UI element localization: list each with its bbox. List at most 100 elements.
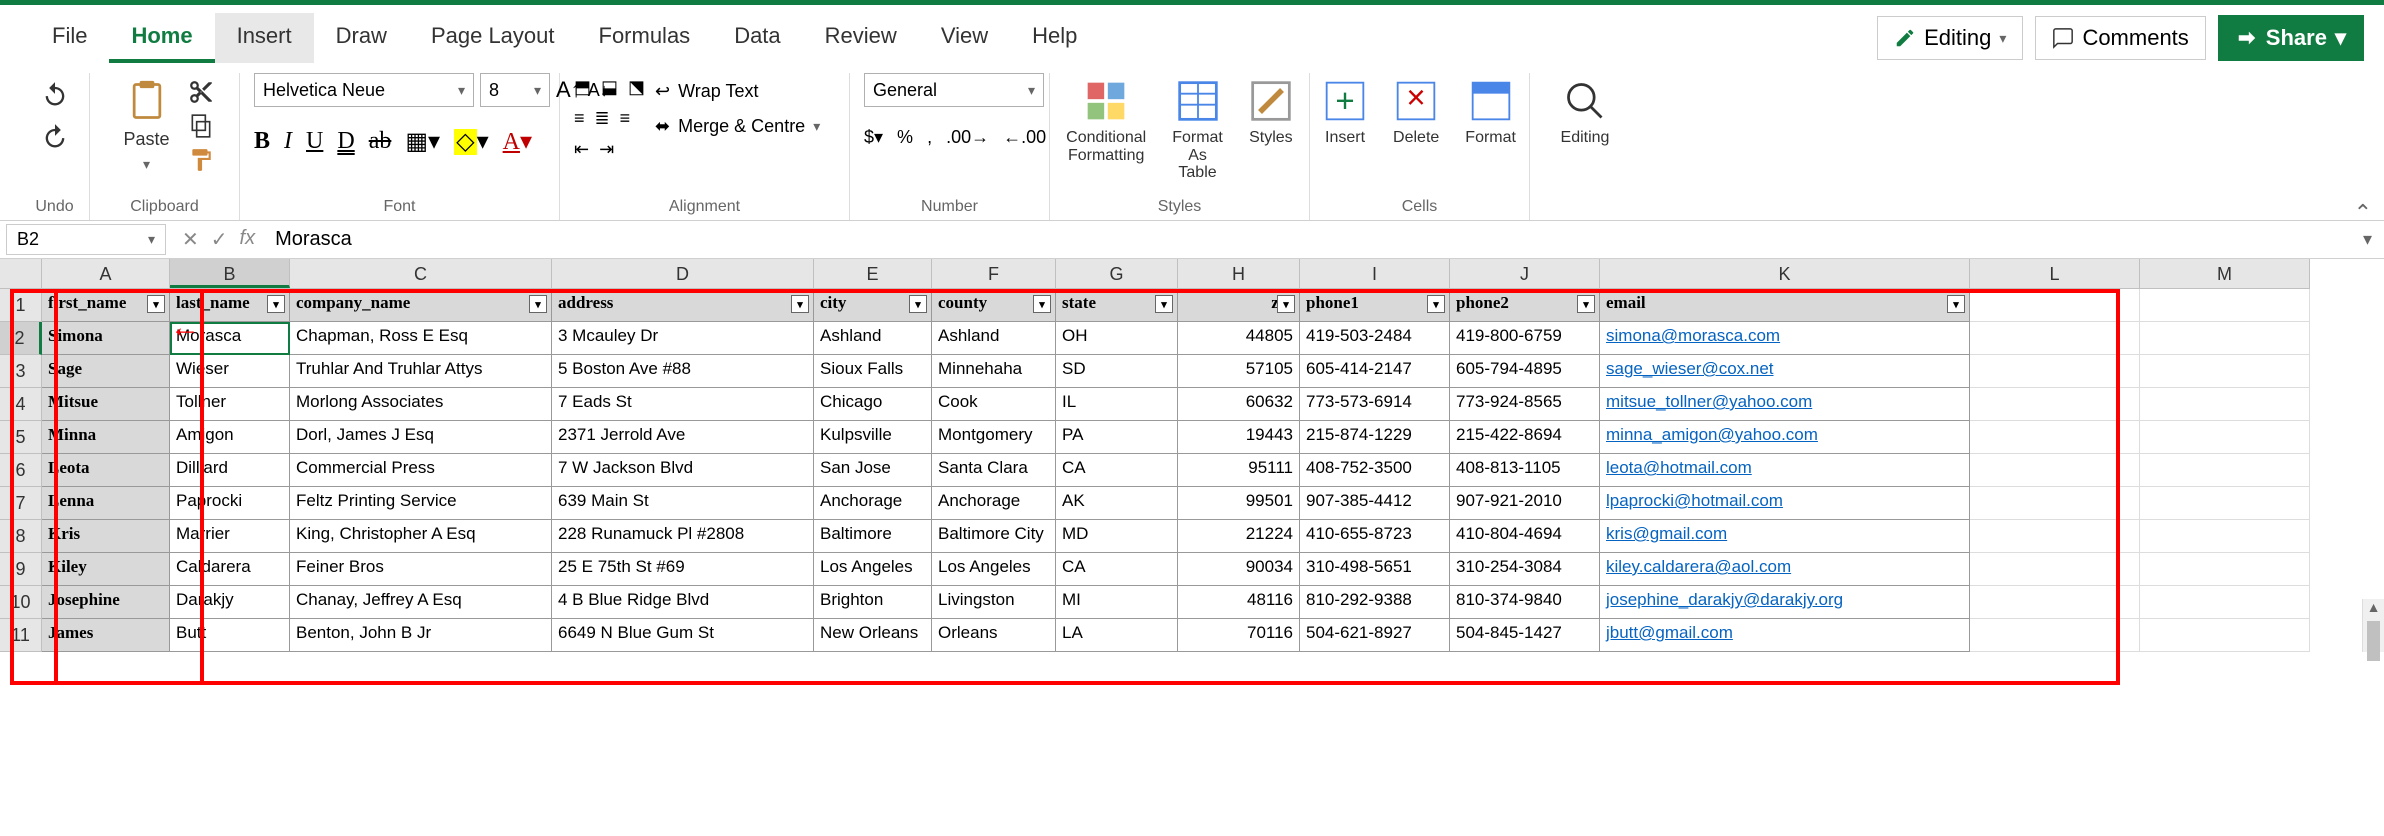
table-cell[interactable]: 5 Boston Ave #88 <box>552 355 814 388</box>
editing-mode-dropdown[interactable]: Editing ▾ <box>1877 16 2023 60</box>
table-header-cell[interactable]: county▾ <box>932 289 1056 322</box>
table-cell[interactable]: San Jose <box>814 454 932 487</box>
scroll-thumb[interactable] <box>2367 621 2380 661</box>
table-cell[interactable]: 639 Main St <box>552 487 814 520</box>
wrap-text-button[interactable]: ↩Wrap Text <box>655 81 820 102</box>
column-header-D[interactable]: D <box>552 259 814 288</box>
table-cell[interactable]: 228 Runamuck Pl #2808 <box>552 520 814 553</box>
filter-dropdown-icon[interactable]: ▾ <box>1947 295 1965 313</box>
column-header-F[interactable]: F <box>932 259 1056 288</box>
table-header-cell[interactable]: address▾ <box>552 289 814 322</box>
vertical-scrollbar[interactable]: ▲ <box>2362 599 2384 652</box>
table-cell[interactable]: kris@gmail.com <box>1600 520 1970 553</box>
table-cell[interactable]: 3 Mcauley Dr <box>552 322 814 355</box>
table-cell[interactable]: Josephine <box>42 586 170 619</box>
table-cell[interactable]: 2371 Jerrold Ave <box>552 421 814 454</box>
column-header-L[interactable]: L <box>1970 259 2140 288</box>
filter-dropdown-icon[interactable]: ▾ <box>267 295 285 313</box>
table-cell[interactable]: 4 B Blue Ridge Blvd <box>552 586 814 619</box>
table-cell[interactable]: sage_wieser@cox.net <box>1600 355 1970 388</box>
table-cell[interactable]: 70116 <box>1178 619 1300 652</box>
row-header[interactable]: 3 <box>0 355 42 388</box>
column-header-E[interactable]: E <box>814 259 932 288</box>
table-header-cell[interactable]: city▾ <box>814 289 932 322</box>
align-center-icon[interactable]: ≣ <box>595 108 610 129</box>
table-header-cell[interactable]: state▾ <box>1056 289 1178 322</box>
empty-cell[interactable] <box>1970 388 2140 421</box>
table-cell[interactable]: Baltimore <box>814 520 932 553</box>
empty-cell[interactable] <box>2140 454 2310 487</box>
table-cell[interactable]: Kiley <box>42 553 170 586</box>
table-cell[interactable]: 44805 <box>1178 322 1300 355</box>
table-cell[interactable]: LA <box>1056 619 1178 652</box>
table-cell[interactable]: Paprocki <box>170 487 290 520</box>
cut-icon[interactable] <box>188 79 214 105</box>
table-cell[interactable]: Kris <box>42 520 170 553</box>
align-bottom-icon[interactable]: ⬔ <box>628 77 645 98</box>
font-size-select[interactable]: 8▾ <box>480 73 550 107</box>
email-link[interactable]: jbutt@gmail.com <box>1606 623 1733 642</box>
formula-input[interactable]: Morasca <box>265 224 2351 255</box>
table-header-cell[interactable]: phone1▾ <box>1300 289 1450 322</box>
column-header-J[interactable]: J <box>1450 259 1600 288</box>
table-cell[interactable]: 99501 <box>1178 487 1300 520</box>
table-cell[interactable]: 95111 <box>1178 454 1300 487</box>
empty-cell[interactable] <box>2140 388 2310 421</box>
table-cell[interactable]: Santa Clara <box>932 454 1056 487</box>
table-cell[interactable]: 60632 <box>1178 388 1300 421</box>
email-link[interactable]: simona@morasca.com <box>1606 326 1780 345</box>
empty-cell[interactable] <box>2140 619 2310 652</box>
table-cell[interactable]: Chanay, Jeffrey A Esq <box>290 586 552 619</box>
table-cell[interactable]: 48116 <box>1178 586 1300 619</box>
table-cell[interactable]: MD <box>1056 520 1178 553</box>
filter-dropdown-icon[interactable]: ▾ <box>1577 295 1595 313</box>
table-cell[interactable]: Amigon <box>170 421 290 454</box>
table-cell[interactable]: 907-921-2010 <box>1450 487 1600 520</box>
table-cell[interactable]: Los Angeles <box>932 553 1056 586</box>
empty-cell[interactable] <box>1970 454 2140 487</box>
column-header-I[interactable]: I <box>1300 259 1450 288</box>
enter-formula-icon[interactable]: ✓ <box>211 227 228 252</box>
table-cell[interactable]: Sage <box>42 355 170 388</box>
email-link[interactable]: josephine_darakjy@darakjy.org <box>1606 590 1843 609</box>
table-cell[interactable]: 19443 <box>1178 421 1300 454</box>
table-cell[interactable]: simona@morasca.com <box>1600 322 1970 355</box>
select-all-corner[interactable] <box>0 259 42 289</box>
table-cell[interactable]: Feiner Bros <box>290 553 552 586</box>
table-cell[interactable]: josephine_darakjy@darakjy.org <box>1600 586 1970 619</box>
row-header[interactable]: 11 <box>0 619 42 652</box>
align-left-icon[interactable]: ≡ <box>574 108 585 129</box>
align-middle-icon[interactable]: ⬓ <box>601 77 618 98</box>
format-as-table-button[interactable]: Format As Table <box>1164 73 1231 188</box>
table-header-cell[interactable]: zip▾ <box>1178 289 1300 322</box>
table-header-cell[interactable]: phone2▾ <box>1450 289 1600 322</box>
table-cell[interactable]: 215-874-1229 <box>1300 421 1450 454</box>
format-painter-icon[interactable] <box>188 147 214 173</box>
comments-button[interactable]: Comments <box>2035 16 2205 60</box>
table-cell[interactable]: James <box>42 619 170 652</box>
table-cell[interactable]: Wieser <box>170 355 290 388</box>
email-link[interactable]: mitsue_tollner@yahoo.com <box>1606 392 1812 411</box>
table-cell[interactable]: 419-503-2484 <box>1300 322 1450 355</box>
menu-draw[interactable]: Draw <box>314 13 409 63</box>
menu-view[interactable]: View <box>919 13 1010 63</box>
name-box[interactable]: B2▾ <box>6 224 166 255</box>
share-button[interactable]: Share ▾ <box>2218 15 2364 61</box>
table-cell[interactable]: 504-621-8927 <box>1300 619 1450 652</box>
empty-cell[interactable] <box>2140 487 2310 520</box>
empty-cell[interactable] <box>1970 355 2140 388</box>
font-color-button[interactable]: A▾ <box>503 127 532 156</box>
table-cell[interactable]: 605-414-2147 <box>1300 355 1450 388</box>
align-right-icon[interactable]: ≡ <box>620 108 631 129</box>
column-header-H[interactable]: H <box>1178 259 1300 288</box>
empty-cell[interactable] <box>2140 520 2310 553</box>
empty-cell[interactable] <box>1970 487 2140 520</box>
table-cell[interactable]: Los Angeles <box>814 553 932 586</box>
filter-dropdown-icon[interactable]: ▾ <box>529 295 547 313</box>
empty-cell[interactable] <box>2140 322 2310 355</box>
comma-button[interactable]: , <box>927 127 932 148</box>
email-link[interactable]: minna_amigon@yahoo.com <box>1606 425 1818 444</box>
table-cell[interactable]: 410-804-4694 <box>1450 520 1600 553</box>
table-cell[interactable]: leota@hotmail.com <box>1600 454 1970 487</box>
table-header-cell[interactable]: company_name▾ <box>290 289 552 322</box>
